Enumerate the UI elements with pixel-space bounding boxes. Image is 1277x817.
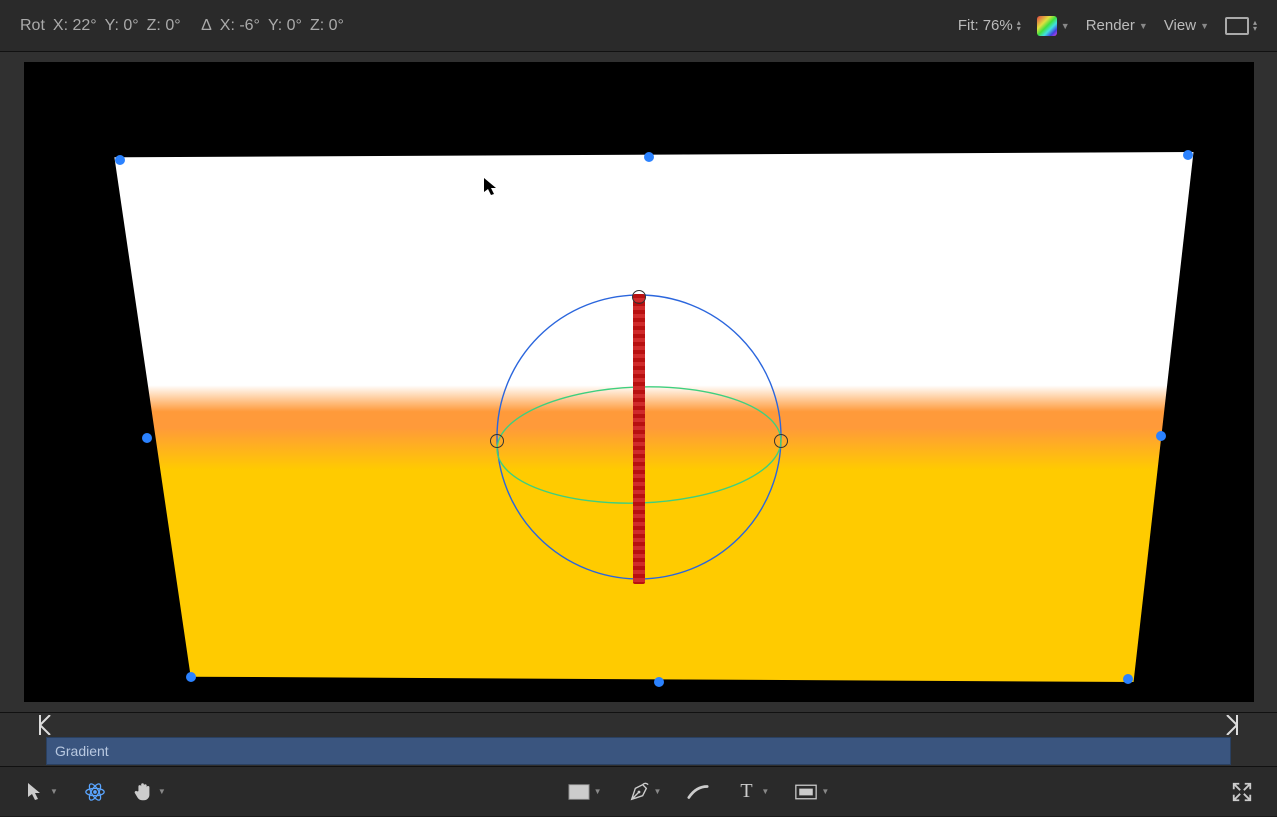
arrow-cursor-icon [24,781,46,803]
gradient-plane [104,152,1194,682]
rot-y: Y: 0° [105,17,139,35]
chevron-down-icon: ▼ [158,787,166,796]
color-channels-icon [1037,16,1057,36]
canvas-info-bar: Rot X: 22° Y: 0° Z: 0° Δ X: -6° Y: 0° Z:… [0,0,1277,52]
viewport-layout-icon [1225,17,1249,35]
chevron-down-icon: ▼ [821,787,829,796]
delta-x: X: -6° [220,17,260,35]
chevron-down-icon: ▼ [594,787,602,796]
brush-stroke-icon [687,781,709,803]
text-icon: T [735,781,757,803]
delta-y: Y: 0° [268,17,302,35]
fit-label: Fit: [958,17,979,34]
atom-orbit-icon [84,781,106,803]
selection-handle[interactable] [186,672,196,682]
rectangle-icon [568,781,590,803]
render-label: Render [1086,17,1135,34]
selection-handle[interactable] [644,152,654,162]
gradient-layer[interactable] [104,152,1194,682]
rot-z: Z: 0° [147,17,181,35]
selection-handle[interactable] [115,155,125,165]
right-tool-group [1227,777,1257,807]
expand-arrows-icon [1231,781,1253,803]
mask-rectangle-icon [795,781,817,803]
viewport-layout-dropdown[interactable]: ▴▾ [1225,17,1257,35]
tool-toolbar: ▼ ▼ ▼ ▼ [0,766,1277,816]
playhead-start-marker[interactable] [38,715,52,735]
selection-handle[interactable] [1156,431,1166,441]
paint-stroke-tool[interactable] [683,777,713,807]
rot-x: X: 22° [53,17,97,35]
chevron-down-icon: ▼ [761,787,769,796]
pen-nib-icon [628,781,650,803]
pan-tool[interactable]: ▼ [128,777,170,807]
render-mode-dropdown[interactable]: Render ▼ [1086,17,1148,34]
view-label: View [1164,17,1196,34]
selection-handle[interactable] [1183,150,1193,160]
fit-value: 76% [983,17,1013,34]
selection-handle[interactable] [654,677,664,687]
transform-3d-tool[interactable] [80,777,110,807]
zoom-fit-control[interactable]: Fit: 76% ▴▾ [958,17,1021,34]
selection-handle[interactable] [142,433,152,443]
chevron-down-icon: ▼ [1061,21,1070,31]
timeline-layer-bar[interactable]: Gradient [46,737,1231,765]
view-dropdown[interactable]: View ▼ [1164,17,1209,34]
rotation-readout: Rot X: 22° Y: 0° Z: 0° Δ X: -6° Y: 0° Z:… [20,17,344,35]
canvas-frame [24,62,1254,702]
timeline-layer-name: Gradient [55,743,109,759]
fullscreen-toggle[interactable] [1227,777,1257,807]
hand-icon [132,781,154,803]
canvas-area[interactable] [0,52,1277,712]
selection-tool[interactable]: ▼ [20,777,62,807]
chevron-down-icon: ▼ [50,787,58,796]
stepper-arrows-icon: ▴▾ [1017,20,1021,32]
shape-tool[interactable]: ▼ [564,777,606,807]
delta-label: Δ [201,17,212,35]
pen-tool[interactable]: ▼ [624,777,666,807]
selection-handle[interactable] [1123,674,1133,684]
stepper-arrows-icon: ▴▾ [1253,20,1257,32]
chevron-down-icon: ▼ [1139,21,1148,31]
chevron-down-icon: ▼ [1200,21,1209,31]
color-channel-dropdown[interactable]: ▼ [1037,16,1070,36]
left-tool-group: ▼ ▼ [20,777,170,807]
canvas-view-controls: Fit: 76% ▴▾ ▼ Render ▼ View ▼ ▴▾ [958,16,1257,36]
mask-tool[interactable]: ▼ [791,777,833,807]
chevron-down-icon: ▼ [654,787,662,796]
mini-timeline[interactable]: Gradient [0,712,1277,766]
text-tool[interactable]: T ▼ [731,777,773,807]
delta-z: Z: 0° [310,17,344,35]
center-tool-group: ▼ ▼ T ▼ ▼ [564,777,834,807]
rot-label: Rot [20,17,45,35]
playhead-end-marker[interactable] [1225,715,1239,738]
